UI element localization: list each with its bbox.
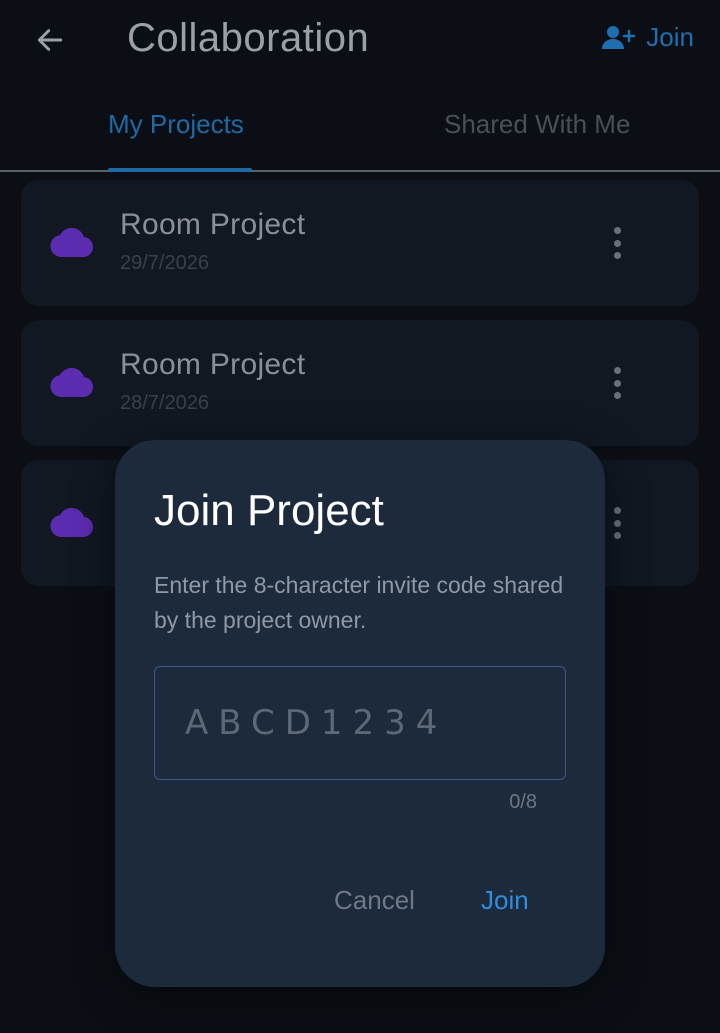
character-counter: 0/8 <box>509 791 537 813</box>
more-vert-icon[interactable] <box>613 507 621 539</box>
page-title: Collaboration <box>127 16 370 60</box>
project-name: Room Project <box>120 348 306 381</box>
cloud-icon <box>50 368 93 398</box>
dialog-title: Join Project <box>154 486 384 535</box>
back-button[interactable] <box>30 20 70 60</box>
project-date: 28/7/2026 <box>120 392 209 414</box>
join-button[interactable]: Join <box>481 885 529 916</box>
tab-bar: My Projects Shared With Me <box>0 95 720 172</box>
invite-code-input[interactable] <box>155 667 565 779</box>
tab-my-projects[interactable]: My Projects <box>108 109 244 140</box>
project-name: Room Project <box>120 208 306 241</box>
join-top-label: Join <box>646 22 694 52</box>
cloud-icon <box>50 228 93 258</box>
tab-indicator <box>108 168 252 172</box>
more-vert-icon[interactable] <box>613 227 621 259</box>
tab-shared-with-me[interactable]: Shared With Me <box>444 109 630 140</box>
app-bar: Collaboration Join <box>0 0 720 80</box>
dialog-message: Enter the 8-character invite code shared… <box>154 572 564 633</box>
cloud-icon <box>50 508 93 538</box>
person-add-icon <box>602 25 636 49</box>
cancel-button[interactable]: Cancel <box>334 885 415 916</box>
join-project-dialog: Join Project Enter the 8-character invit… <box>115 440 605 987</box>
join-button-top[interactable]: Join <box>602 22 694 53</box>
project-card[interactable]: Room Project 29/7/2026 <box>21 180 699 306</box>
project-card[interactable]: Room Project 28/7/2026 <box>21 320 699 446</box>
invite-code-field[interactable] <box>154 666 566 780</box>
project-date: 29/7/2026 <box>120 252 209 274</box>
more-vert-icon[interactable] <box>613 367 621 399</box>
arrow-left-icon <box>37 29 63 51</box>
